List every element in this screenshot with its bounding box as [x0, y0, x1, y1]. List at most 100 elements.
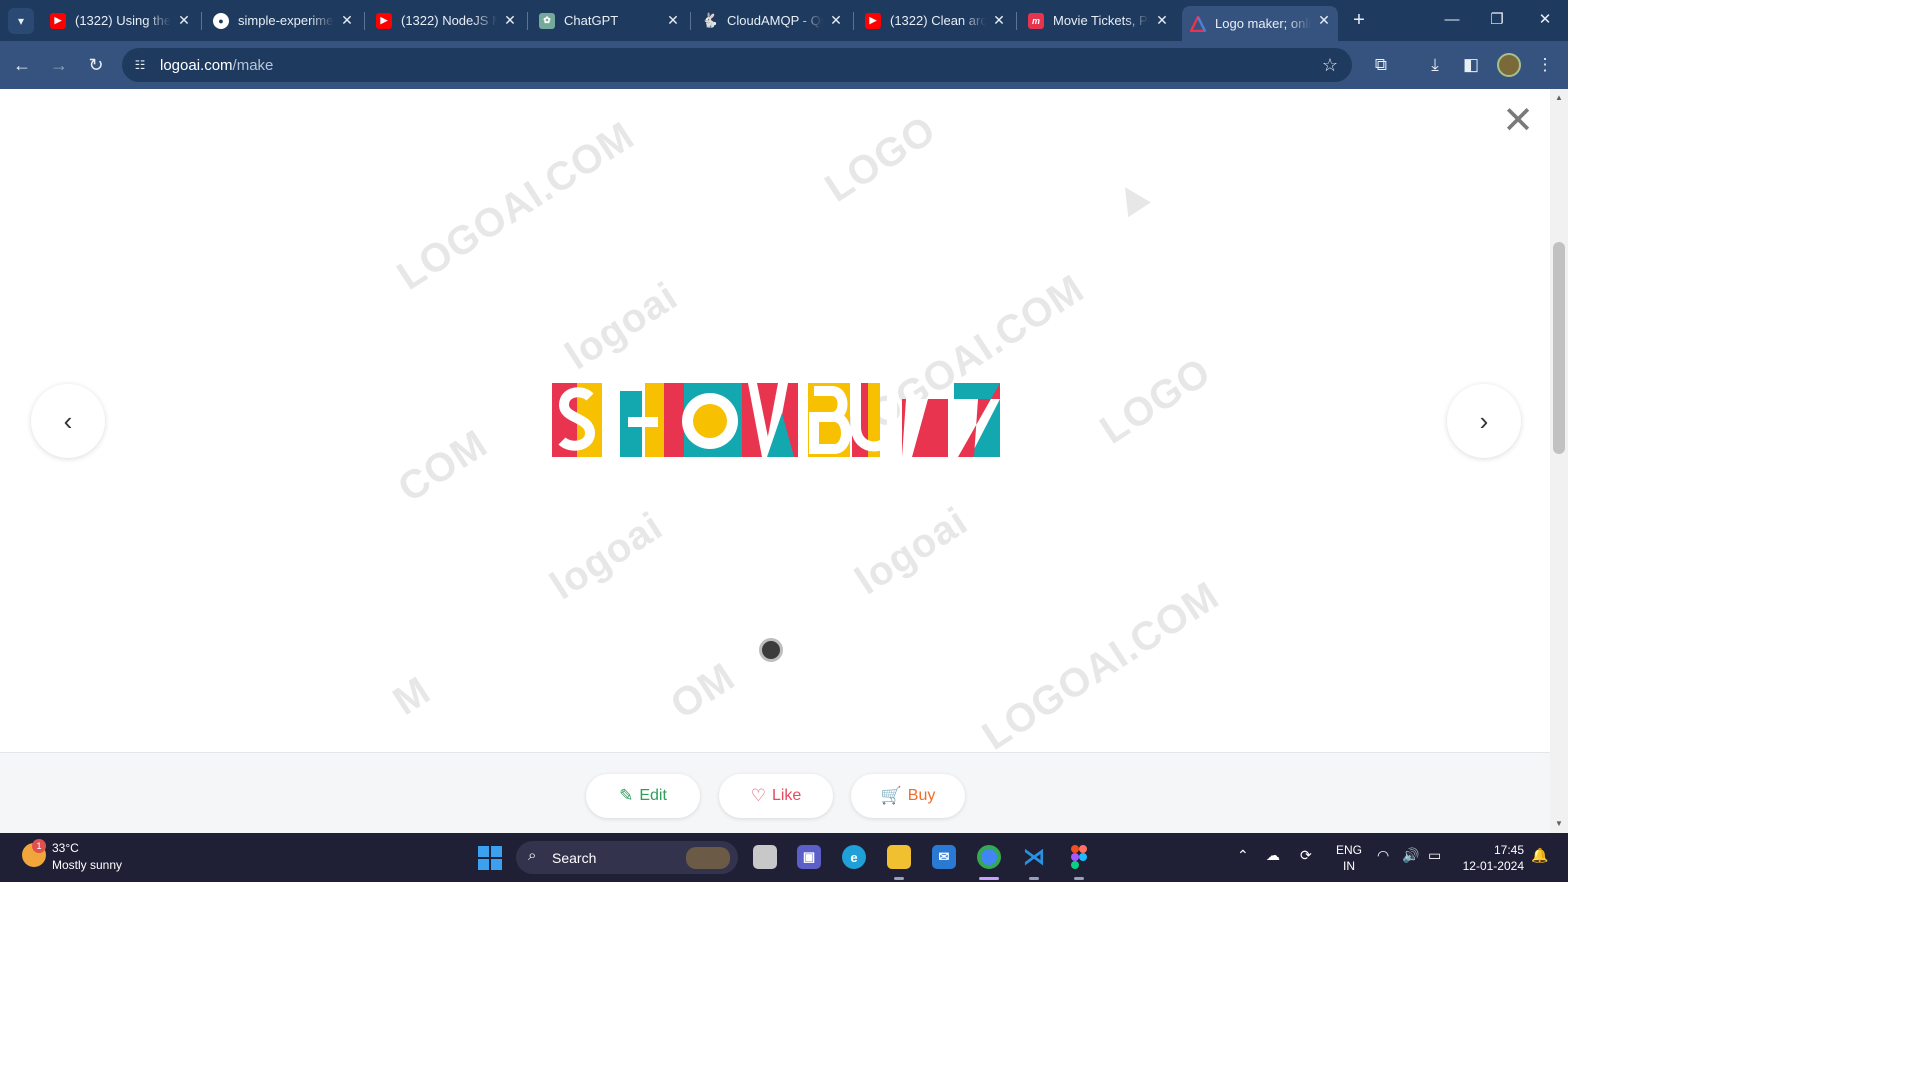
logo-letter-z: [902, 399, 948, 457]
tab-title: ChatGPT: [564, 13, 619, 28]
watermark: LOGOAI.COM: [974, 573, 1227, 759]
forward-button[interactable]: →: [47, 53, 71, 77]
teams-icon[interactable]: ▣: [797, 845, 821, 869]
tab-search-button[interactable]: ▾: [8, 8, 34, 34]
tab-4[interactable]: ✿ ChatGPT ✕: [531, 6, 687, 35]
side-panel-icon[interactable]: ◧: [1459, 53, 1483, 77]
tab-2[interactable]: ● simple-experime ✕: [205, 6, 361, 35]
arrow-right-icon: →: [50, 55, 68, 75]
battery-icon[interactable]: ▭: [1428, 847, 1441, 864]
tab-close-icon[interactable]: ✕: [991, 12, 1007, 28]
logo-letter-o: [664, 383, 742, 457]
start-button[interactable]: [478, 846, 502, 870]
tab-close-icon[interactable]: ✕: [502, 12, 518, 28]
chrome-icon[interactable]: [977, 845, 1001, 869]
tab-close-icon[interactable]: ✕: [1154, 12, 1170, 28]
back-button[interactable]: ←: [10, 53, 34, 77]
showbuzz-logo: [552, 383, 1000, 457]
clock[interactable]: 17:45 12-01-2024: [1460, 842, 1524, 874]
region-code: IN: [1343, 859, 1355, 873]
chevron-down-icon: ▾: [17, 14, 25, 28]
tab-title: (1322) Using the: [75, 13, 171, 28]
weather-temperature[interactable]: 33°C: [52, 841, 79, 855]
cart-icon: 🛒: [880, 786, 902, 805]
search-highlight-image: [686, 847, 730, 869]
minimize-button[interactable]: —: [1437, 8, 1467, 32]
tab-close-icon[interactable]: ✕: [339, 12, 355, 28]
figma-icon[interactable]: [1067, 845, 1091, 869]
clock-time: 17:45: [1493, 843, 1524, 857]
page-scrollbar[interactable]: ▲ ▼: [1550, 89, 1568, 833]
close-icon: ✕: [1538, 11, 1552, 28]
extensions-icon[interactable]: ⧉: [1369, 53, 1393, 77]
clock-date: 12-01-2024: [1462, 859, 1524, 873]
close-window-button[interactable]: ✕: [1530, 8, 1560, 32]
tab-1[interactable]: ▶ (1322) Using the ✕: [42, 6, 198, 35]
address-bar[interactable]: ☷ logoai.com/make ☆: [122, 48, 1352, 82]
vscode-icon[interactable]: ⋊: [1022, 844, 1046, 869]
tab-separator: [364, 12, 365, 30]
volume-icon[interactable]: 🔊: [1402, 847, 1419, 864]
url-path: /make: [232, 57, 274, 74]
scroll-down-icon[interactable]: ▼: [1555, 819, 1563, 828]
show-hidden-icons[interactable]: ⌃: [1237, 847, 1249, 864]
menu-kebab-icon[interactable]: ⋮: [1533, 53, 1557, 77]
tab-6[interactable]: ▶ (1322) Clean arc ✕: [857, 6, 1013, 35]
tab-close-icon[interactable]: ✕: [1316, 12, 1332, 28]
wifi-icon[interactable]: ◠: [1377, 847, 1389, 864]
reload-button[interactable]: ↻: [84, 53, 108, 77]
like-label: Like: [771, 787, 802, 804]
profile-avatar[interactable]: [1497, 53, 1521, 77]
task-view-icon[interactable]: [753, 845, 777, 869]
minimize-icon: —: [1444, 11, 1460, 28]
logo-letter-u: [851, 383, 897, 457]
tab-title: Movie Tickets, Pl: [1053, 13, 1149, 28]
tab-close-icon[interactable]: ✕: [176, 12, 192, 28]
edge-icon[interactable]: e: [842, 845, 866, 869]
url-text[interactable]: logoai.com/make: [160, 57, 273, 74]
close-preview-button[interactable]: ✕: [1500, 102, 1536, 141]
tab-7[interactable]: m Movie Tickets, Pl ✕: [1020, 6, 1176, 35]
tab-separator: [853, 12, 854, 30]
buy-button[interactable]: 🛒 Buy: [851, 774, 965, 818]
next-logo-button[interactable]: ›: [1447, 384, 1521, 458]
notification-bell-icon[interactable]: 🔔: [1531, 847, 1548, 864]
watermark: M: [385, 668, 439, 724]
previous-logo-button[interactable]: ‹: [31, 384, 105, 458]
watermark: LOGO: [817, 107, 944, 211]
tab-separator: [527, 12, 528, 30]
language-indicator[interactable]: ENG IN: [1336, 842, 1362, 874]
tab-3[interactable]: ▶ (1322) NodeJS M ✕: [368, 6, 524, 35]
logo-letter-w: [742, 383, 798, 457]
tab-separator: [201, 12, 202, 30]
windows-logo-icon: [491, 846, 502, 857]
watermark: logoai: [847, 498, 976, 604]
watermark: LOGOAI.COM: [389, 113, 642, 299]
bookmyshow-icon: m: [1028, 12, 1044, 29]
onedrive-icon[interactable]: ☁: [1266, 847, 1280, 864]
weather-description[interactable]: Mostly sunny: [52, 858, 122, 872]
scrollbar-thumb[interactable]: [1553, 242, 1565, 454]
new-tab-button[interactable]: +: [1348, 9, 1370, 31]
mail-icon[interactable]: ✉: [932, 845, 956, 869]
watermark: OM: [663, 654, 743, 728]
watermark: LOGO: [1092, 349, 1219, 453]
taskbar-search[interactable]: ⌕ Search: [516, 841, 738, 874]
browser-toolbar: ← → ↻ ☷ logoai.com/make ☆ ⧉ ⤓ ◧ ⋮: [0, 41, 1568, 89]
restore-button[interactable]: ❐: [1482, 8, 1512, 32]
windows-taskbar: 1 33°C Mostly sunny ⌕ Search ▣ e ✉ ⋊ ⌃ ☁…: [0, 833, 1568, 882]
tab-close-icon[interactable]: ✕: [665, 12, 681, 28]
like-button[interactable]: ♡ Like: [719, 774, 833, 818]
site-info-icon[interactable]: ☷: [132, 57, 148, 73]
scroll-up-icon[interactable]: ▲: [1555, 93, 1563, 102]
tab-5[interactable]: 🐇 CloudAMQP - Qu ✕: [694, 6, 850, 35]
tab-8-active[interactable]: Logo maker; onli ✕: [1182, 6, 1338, 41]
file-explorer-icon[interactable]: [887, 845, 911, 869]
sync-icon[interactable]: ⟳: [1300, 847, 1312, 864]
bookmark-star-icon[interactable]: ☆: [1322, 55, 1338, 76]
app-running-indicator: [1029, 877, 1039, 880]
download-icon[interactable]: ⤓: [1423, 53, 1447, 77]
edit-button[interactable]: ✎ Edit: [586, 774, 700, 818]
weather-badge: 1: [32, 839, 46, 853]
tab-close-icon[interactable]: ✕: [828, 12, 844, 28]
